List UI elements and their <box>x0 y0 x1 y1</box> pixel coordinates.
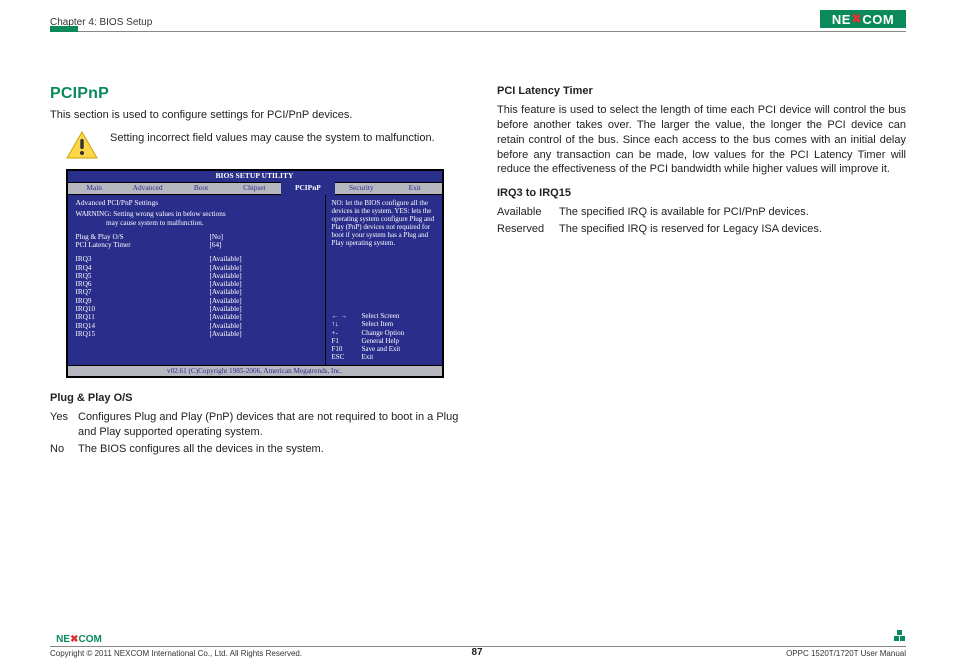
brand-text-1: NE <box>832 12 851 27</box>
right-column: PCI Latency Timer This feature is used t… <box>497 85 906 612</box>
plug-play-yes-row: Yes Configures Plug and Play (PnP) devic… <box>50 410 459 440</box>
footer-left: NE✖COM Copyright © 2011 NEXCOM Internati… <box>50 649 302 658</box>
bios-tab-main: Main <box>68 184 121 193</box>
brand-x-icon: ✖ <box>851 11 861 27</box>
irq-reserved-desc: The specified IRQ is reserved for Legacy… <box>559 222 906 237</box>
bios-key-legend: ← →Select Screen↑↓Select Item+-Change Op… <box>332 312 436 360</box>
bios-settings-top: Plug & Play O/S[No]PCI Latency Timer[64] <box>76 233 317 250</box>
bios-tab-exit: Exit <box>388 184 441 193</box>
pp-yes-term: Yes <box>50 410 78 440</box>
pci-latency-body: This feature is used to select the lengt… <box>497 103 906 177</box>
bios-key-row: ← →Select Screen <box>332 312 436 320</box>
bios-key-row: ESCExit <box>332 353 436 361</box>
bios-irq-row: IRQ11[Available] <box>76 313 317 321</box>
brand-text-2: COM <box>862 12 894 27</box>
bios-tab-security: Security <box>335 184 388 193</box>
bios-key-row: F10Save and Exit <box>332 345 436 353</box>
bios-right-pane: NO: let the BIOS configure all the devic… <box>326 195 442 365</box>
bios-tab-pcipnp: PCIPnP <box>281 182 334 195</box>
warning-block: Setting incorrect field values may cause… <box>50 131 459 159</box>
irq-reserved-term: Reserved <box>497 222 559 237</box>
bios-subtitle: Advanced PCI/PnP Settings <box>76 199 317 208</box>
bios-irq-row: IRQ15[Available] <box>76 330 317 338</box>
warning-text: Setting incorrect field values may cause… <box>110 131 435 146</box>
pp-yes-desc: Configures Plug and Play (PnP) devices t… <box>78 410 459 440</box>
pci-latency-heading: PCI Latency Timer <box>497 85 906 97</box>
page-header: Chapter 4: BIOS Setup NE✖COM <box>50 10 906 32</box>
bios-copyright: v02.61 (C)Copyright 1985-2006, American … <box>68 365 442 376</box>
irq-available-term: Available <box>497 205 559 220</box>
bios-warning: WARNING: Setting wrong values in below s… <box>76 210 317 227</box>
bios-body: Advanced PCI/PnP Settings WARNING: Setti… <box>68 195 442 365</box>
bios-tab-bar: Main Advanced Boot Chipset PCIPnP Securi… <box>68 182 442 195</box>
brand-logo: NE✖COM <box>820 10 906 28</box>
bios-irq-row: IRQ6[Available] <box>76 280 317 288</box>
bios-irq-row: IRQ9[Available] <box>76 297 317 305</box>
bios-tab-chipset: Chipset <box>228 184 281 193</box>
left-column: PCIPnP This section is used to configure… <box>50 85 459 612</box>
plug-play-heading: Plug & Play O/S <box>50 392 459 404</box>
plug-play-no-row: No The BIOS configures all the devices i… <box>50 442 459 457</box>
decorative-squares-icon <box>894 630 906 642</box>
bios-tab-boot: Boot <box>174 184 227 193</box>
bios-setting-row: PCI Latency Timer[64] <box>76 241 317 249</box>
bios-key-row: ↑↓Select Item <box>332 320 436 328</box>
header-accent-bar <box>50 26 78 32</box>
copyright-text: Copyright © 2011 NEXCOM International Co… <box>50 649 302 658</box>
bios-irq-row: IRQ10[Available] <box>76 305 317 313</box>
irq-available-row: Available The specified IRQ is available… <box>497 205 906 220</box>
warning-icon <box>66 131 98 159</box>
pp-no-desc: The BIOS configures all the devices in t… <box>78 442 459 457</box>
pp-no-term: No <box>50 442 78 457</box>
irq-reserved-row: Reserved The specified IRQ is reserved f… <box>497 222 906 237</box>
bios-screenshot: BIOS SETUP UTILITY Main Advanced Boot Ch… <box>66 169 444 378</box>
bios-tab-advanced: Advanced <box>121 184 174 193</box>
bios-irq-row: IRQ3[Available] <box>76 255 317 263</box>
bios-setting-row: Plug & Play O/S[No] <box>76 233 317 241</box>
irq-range-heading: IRQ3 to IRQ15 <box>497 187 906 199</box>
content-area: PCIPnP This section is used to configure… <box>50 85 906 612</box>
section-title-pcipnp: PCIPnP <box>50 85 459 103</box>
bios-irq-row: IRQ14[Available] <box>76 322 317 330</box>
bios-irq-row: IRQ7[Available] <box>76 288 317 296</box>
bios-key-row: +-Change Option <box>332 329 436 337</box>
irq-available-desc: The specified IRQ is available for PCI/P… <box>559 205 906 220</box>
bios-left-pane: Advanced PCI/PnP Settings WARNING: Setti… <box>68 195 326 365</box>
bios-key-row: F1General Help <box>332 337 436 345</box>
page-number: 87 <box>471 647 482 658</box>
bios-irq-row: IRQ5[Available] <box>76 272 317 280</box>
bios-irq-row: IRQ4[Available] <box>76 264 317 272</box>
bios-title: BIOS SETUP UTILITY <box>68 171 442 182</box>
footer-brand-logo: NE✖COM <box>50 633 108 645</box>
model-text: OPPC 1520T/1720T User Manual <box>786 649 906 658</box>
intro-paragraph: This section is used to configure settin… <box>50 109 459 121</box>
bios-help-text: NO: let the BIOS configure all the devic… <box>332 199 436 247</box>
bios-settings-irq: IRQ3[Available]IRQ4[Available]IRQ5[Avail… <box>76 255 317 338</box>
